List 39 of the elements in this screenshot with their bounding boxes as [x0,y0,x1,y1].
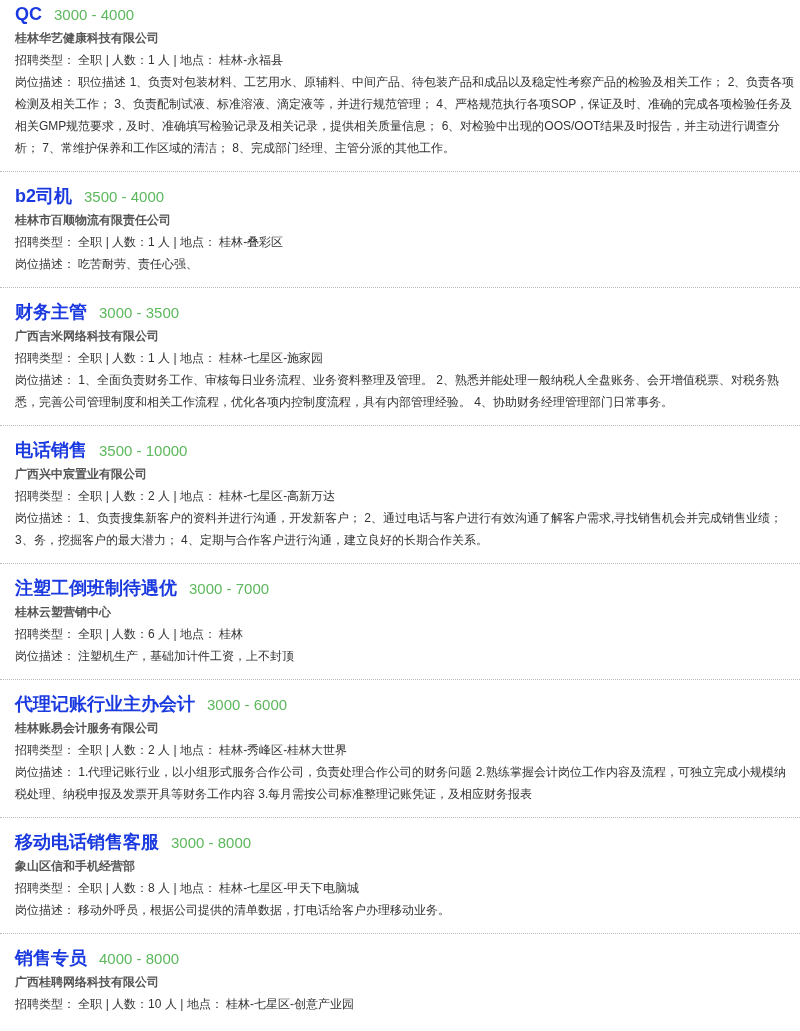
company-name: 广西兴中宸置业有限公司 [15,466,148,483]
job-meta: 招聘类型： 全职 | 人数：6 人 | 地点： 桂林 [15,626,245,643]
job-meta: 招聘类型： 全职 | 人数：2 人 | 地点： 桂林-秀峰区-桂林大世界 [15,742,349,759]
job-description: 岗位描述： 移动外呼员，根据公司提供的清单数据，打电话给客户办理移动业务。 [15,902,452,919]
job-meta: 招聘类型： 全职 | 人数：1 人 | 地点： 桂林-叠彩区 [15,234,285,251]
salary-range: 3000 - 6000 [207,695,288,715]
company-name: 桂林华艺健康科技有限公司 [15,30,160,47]
job-title-link[interactable]: 财务主管 [15,299,87,325]
salary-range: 3500 - 4000 [84,187,165,207]
company-name: 桂林云塑营销中心 [15,604,112,621]
job-title-link[interactable]: 代理记账行业主办会计 [15,691,195,717]
salary-range: 3000 - 8000 [171,833,252,853]
salary-range: 3500 - 10000 [99,441,188,461]
job-meta: 招聘类型： 全职 | 人数：8 人 | 地点： 桂林-七星区-甲天下电脑城 [15,880,361,897]
job-description: 岗位描述： 1、全面负责财务工作、审核每日业务流程、业务资料整理及管理。 2、熟悉并能处理一般纳税人全盘账务、会开增值税票、对税务熟悉，完善公司管理制度和相关工作流程，优化各项内控制度流程，具有内部管理经验。 4、协助财务经理管理部门日常事务。 [15,372,780,411]
job-title-link[interactable]: QC [15,1,42,27]
job-description: 岗位描述： 职位描述 1、负责对包装材料、工艺用水、原辅料、中间产品、待包装产品和成品以及稳定性考察产品的检验及相关工作； 2、负责各项检测及相关工作； 3、负责配制试液、标准溶液、滴定液等，并进行规范管理； 4、严格规范执行各项SOP，保证及时、准确的完成各项检验任务及相关GMP规范要求，及时、准确填写检验记录及相关记录，提供相关质量信息； 6、对检验中出现的OOS/OOT结果及时报告，并主动进行调查分析； 7、常维护保养和工作区域的清洁； 8、完成部门经理、主管分派的其他工作。 [15,74,796,157]
job-title-link[interactable]: b2司机 [15,183,72,209]
job-meta: 招聘类型： 全职 | 人数：2 人 | 地点： 桂林-七星区-高新万达 [15,488,337,505]
job-title-link[interactable]: 销售专员 [15,945,87,971]
job-title-link[interactable]: 移动电话销售客服 [15,829,159,855]
salary-range: 3000 - 4000 [54,5,135,25]
salary-range: 3000 - 3500 [99,303,180,323]
job-meta: 招聘类型： 全职 | 人数：10 人 | 地点： 桂林-七星区-创意产业园 [15,996,355,1013]
job-meta: 招聘类型： 全职 | 人数：1 人 | 地点： 桂林-七星区-施家园 [15,350,325,367]
company-name: 广西桂聘网络科技有限公司 [15,974,160,991]
job-title-link[interactable]: 注塑工倒班制待遇优 [15,575,177,601]
company-name: 桂林账易会计服务有限公司 [15,720,160,737]
salary-range: 4000 - 8000 [99,949,180,969]
company-name: 象山区信和手机经营部 [15,858,136,875]
company-name: 广西吉米网络科技有限公司 [15,328,160,345]
job-description: 岗位描述： 1.代理记账行业，以小组形式服务合作公司，负责处理合作公司的财务问题 2.熟练掌握会计岗位工作内容及流程，可独立完成小规模纳税处理、纳税申报及发票开具等财务工作内容 3.每月需按公司标准整理记账凭证，及相应财务报表 [15,764,787,803]
job-description: 岗位描述： 1、负责搜集新客户的资料并进行沟通，开发新客户； 2、通过电话与客户进行有效沟通了解客户需求,寻找销售机会并完成销售业绩； 3、务，挖掘客户的最大潜力； 4、定期与合作客户进行沟通，建立良好的长期合作关系。 [15,510,784,549]
job-description: 岗位描述： 吃苦耐劳、责任心强、 [15,256,200,273]
job-description: 岗位描述： 注塑机生产，基础加计件工资，上不封顶 [15,648,296,665]
company-name: 桂林市百顺物流有限责任公司 [15,212,172,229]
job-meta: 招聘类型： 全职 | 人数：1 人 | 地点： 桂林-永福县 [15,52,285,69]
job-title-link[interactable]: 电话销售 [15,437,87,463]
salary-range: 3000 - 7000 [189,579,270,599]
